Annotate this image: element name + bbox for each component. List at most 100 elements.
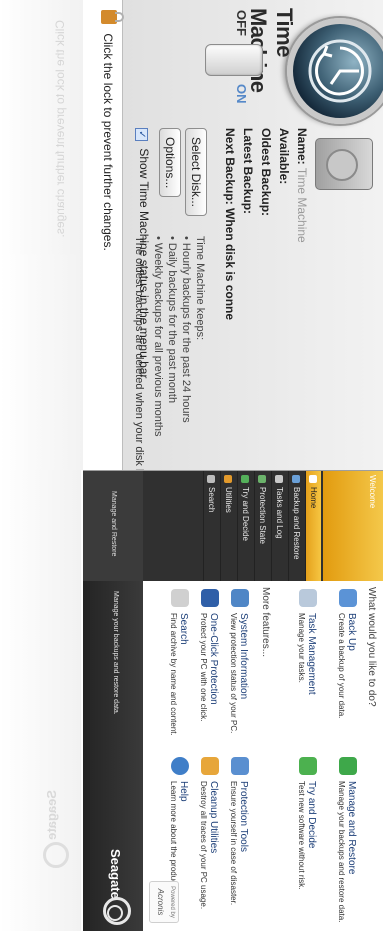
lock-icon[interactable] [101, 10, 117, 24]
feature-subtitle: Learn more about the product. [169, 781, 178, 889]
seagate-logo-icon-reflection [43, 842, 69, 868]
time-machine-header: Time Machine OFF ON [123, 0, 383, 125]
help-icon [171, 757, 189, 775]
time-machine-pane: Time Machine OFF ON Name: Time Machine A… [122, 0, 383, 470]
time-machine-reflection: Click the lock to prevent further change… [0, 0, 83, 470]
seagate-reflection: Seagate [0, 470, 81, 931]
one-click-icon [201, 589, 219, 607]
protection-icon [258, 475, 266, 483]
name-label: Name: [295, 128, 309, 165]
feature-title: Help [178, 781, 189, 802]
welcome-label: Welcome [368, 475, 377, 509]
sidebar-header: Welcome [323, 471, 383, 581]
name-row: Name: Time Machine [295, 128, 309, 243]
feature-title: System Information [238, 613, 249, 700]
footer-bar: Manage your backups and restore data. Po… [83, 581, 179, 931]
oldest-backup-row: Oldest Backup: [259, 128, 273, 216]
feature-subtitle: Protect your PC with one click. [199, 613, 208, 722]
feature-subtitle: Create a backup of your data. [337, 613, 346, 719]
feature-title: Try and Decide [306, 781, 317, 849]
sidebar-item-label: Tasks and Log [275, 487, 284, 539]
sidebar-item-label: Backup and Restore [292, 487, 301, 560]
try-decide-feature-icon [299, 757, 317, 775]
keeps-item: • Weekly backups for all previous months [152, 236, 164, 437]
switch-off-label: OFF [234, 10, 249, 36]
lock-text-reflection: Click the lock to prevent further change… [53, 20, 67, 238]
sidebar-item-label: Protection State [258, 487, 267, 544]
screenshot-stage: Time Machine OFF ON Name: Time Machine A… [0, 0, 383, 931]
options-button[interactable]: Options... [159, 128, 181, 198]
backup-icon [292, 475, 300, 483]
sidebar-item-tasks-log[interactable]: Tasks and Log [271, 471, 287, 581]
task-feature-icon [299, 589, 317, 607]
sidebar-bottom: Manage and Restore [83, 471, 143, 581]
checkbox-checked-icon[interactable]: ✓ [135, 128, 148, 141]
menu-bar-checkbox-row[interactable]: ✓ Show Time Machine status in the menu b… [135, 128, 151, 378]
sidebar-item-home[interactable]: Home [305, 471, 321, 581]
acronis-logo: Acronis [156, 888, 165, 916]
feature-title: Manage and Restore [346, 781, 357, 875]
keeps-panel: Time Machine keeps: • Hourly backups for… [147, 236, 207, 466]
footer-message: Manage your backups and restore data. [112, 591, 119, 715]
try-decide-icon [241, 475, 249, 483]
feature-title: Back Up [346, 613, 357, 651]
restore-feature-icon [339, 757, 357, 775]
sidebar-item-label: Try and Decide [241, 487, 250, 541]
seagate-logo-icon [103, 897, 131, 925]
available-label: Available: [277, 128, 291, 185]
sidebar-item-search[interactable]: Search [203, 471, 219, 581]
feature-subtitle: View protection status of your PC. [229, 613, 238, 734]
home-icon [309, 475, 317, 483]
available-row: Available: [277, 128, 291, 184]
feature-subtitle: Manage your backups and restore data. [337, 781, 346, 923]
keeps-heading: Time Machine keeps: [194, 236, 206, 341]
sidebar-item-try-decide[interactable]: Try and Decide [237, 471, 253, 581]
sidebar: Welcome Home Backup and Restore Tasks an… [83, 471, 383, 581]
seagate-window: Welcome Home Backup and Restore Tasks an… [83, 470, 383, 931]
time-machine-clock-icon [287, 18, 383, 124]
next-backup-label: Next Backup: When disk is conne [223, 128, 237, 321]
feature-title: Task Management [306, 613, 317, 695]
system-info-icon [231, 589, 249, 607]
sidebar-item-label: Home [309, 487, 318, 509]
sidebar-item-label: Search [207, 487, 216, 513]
keeps-item: • Hourly backups for the past 24 hours [180, 236, 192, 423]
feature-title: Search [178, 613, 189, 645]
select-disk-button[interactable]: Select Disk... [185, 128, 207, 217]
switch-on-label: ON [234, 84, 249, 104]
latest-backup-row: Latest Backup: [241, 128, 255, 214]
feature-subtitle: Ensure yourself in case of disaster. [229, 781, 238, 906]
menu-bar-checkbox-label: Show Time Machine status in the menu bar [137, 148, 151, 379]
feature-subtitle: Test new software without risk. [297, 781, 306, 890]
powered-by-label: Powered by [169, 886, 175, 918]
time-machine-toggle[interactable] [205, 44, 263, 76]
backup-disk-icon [315, 138, 373, 190]
sidebar-bottom-label: Manage and Restore [110, 491, 117, 557]
utilities-icon [224, 475, 232, 483]
acronis-badge: Powered by Acronis [149, 881, 179, 923]
oldest-backup-label: Oldest Backup: [259, 128, 273, 217]
keeps-item: • Daily backups for the past month [166, 236, 178, 404]
search-feature-icon [171, 589, 189, 607]
protection-tools-icon [231, 757, 249, 775]
question-heading: What would you like to do? [366, 587, 377, 707]
sidebar-item-backup-restore[interactable]: Backup and Restore [288, 471, 304, 581]
sidebar-item-label: Utilities [224, 487, 233, 513]
backup-feature-icon [339, 589, 357, 607]
lock-text: Click the lock to prevent further change… [101, 33, 115, 251]
feature-title: Protection Tools [238, 781, 249, 852]
feature-title: Cleanup Utilities [208, 781, 219, 854]
feature-subtitle: Destroy all traces of your PC usage. [199, 781, 208, 910]
sidebar-item-utilities[interactable]: Utilities [220, 471, 236, 581]
cleanup-icon [201, 757, 219, 775]
latest-backup-label: Latest Backup: [241, 128, 255, 215]
sidebar-item-protection-state[interactable]: Protection State [254, 471, 270, 581]
lock-row[interactable]: Click the lock to prevent further change… [101, 10, 117, 251]
tasks-icon [275, 475, 283, 483]
more-features-link[interactable]: More features... [260, 587, 271, 657]
seagate-logo-text: Seagate [108, 849, 123, 899]
seagate-logo-reflection: Seagate [44, 790, 59, 840]
next-backup-row: Next Backup: When disk is conne [223, 128, 237, 320]
main-content: What would you like to do? Back Up Creat… [83, 581, 383, 931]
feature-subtitle: Manage your tasks. [297, 613, 306, 683]
